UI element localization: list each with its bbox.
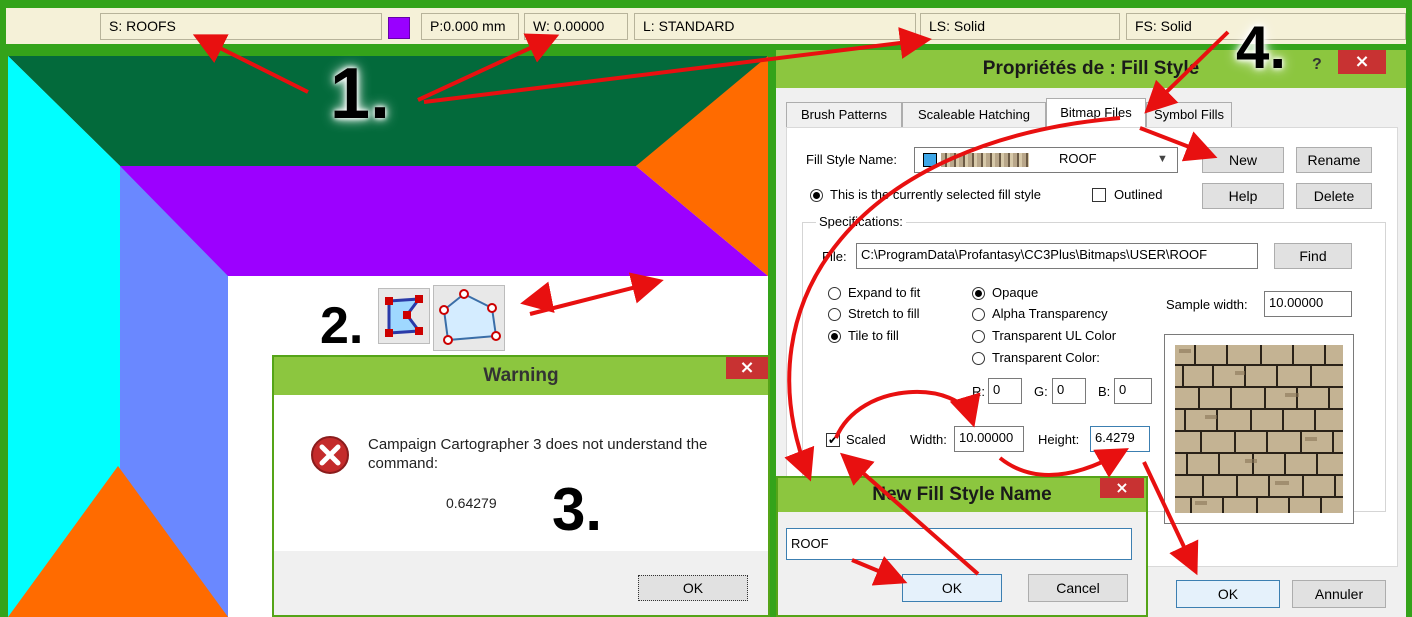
properties-close-button[interactable]: × bbox=[1338, 50, 1386, 74]
tab-brush-patterns[interactable]: Brush Patterns bbox=[786, 102, 902, 128]
rename-button[interactable]: Rename bbox=[1296, 147, 1372, 173]
current-style-label: This is the currently selected fill styl… bbox=[830, 187, 1041, 202]
stretch-to-fill-radio[interactable] bbox=[828, 308, 841, 321]
opaque-label: Opaque bbox=[992, 285, 1039, 300]
tile-to-fill-label: Tile to fill bbox=[848, 328, 899, 343]
r-field[interactable]: 0 bbox=[988, 378, 1022, 404]
roof-texture-preview bbox=[1175, 345, 1343, 513]
opaque-radio[interactable] bbox=[972, 287, 985, 300]
step-4-label: 4. bbox=[1236, 14, 1287, 81]
r-label: R: bbox=[972, 384, 985, 399]
roof-texture-swatch bbox=[941, 153, 1029, 167]
transparent-color-label: Transparent Color: bbox=[992, 350, 1100, 365]
tab-scaleable-hatching[interactable]: Scaleable Hatching bbox=[902, 102, 1046, 128]
warning-close-button[interactable]: × bbox=[726, 357, 768, 379]
transparent-ul-color-radio[interactable] bbox=[972, 330, 985, 343]
delete-button[interactable]: Delete bbox=[1296, 183, 1372, 209]
b-field[interactable]: 0 bbox=[1114, 378, 1152, 404]
warning-dialog: Warning × Campaign Cartographer 3 does n… bbox=[272, 355, 770, 617]
new-fill-style-dialog: New Fill Style Name × ROOF OK Cancel bbox=[776, 476, 1148, 617]
warning-body: Campaign Cartographer 3 does not underst… bbox=[274, 395, 768, 551]
step-1-label: 1. bbox=[330, 54, 391, 134]
outlined-label: Outlined bbox=[1114, 187, 1163, 202]
sample-preview bbox=[1164, 334, 1354, 524]
b-label: B: bbox=[1098, 384, 1111, 399]
scaled-label: Scaled bbox=[846, 432, 886, 447]
tab-bitmap-files[interactable]: Bitmap Files bbox=[1046, 98, 1146, 128]
file-label: File: bbox=[822, 249, 847, 264]
sample-width-label: Sample width: bbox=[1166, 297, 1248, 312]
find-button[interactable]: Find bbox=[1274, 243, 1352, 269]
step-3-label: 3. bbox=[552, 476, 603, 543]
fill-style-name-label: Fill Style Name: bbox=[806, 152, 898, 167]
width-field[interactable]: 10.00000 bbox=[954, 426, 1024, 452]
polygon-icon bbox=[439, 289, 501, 345]
scaled-checkbox[interactable]: ✔ bbox=[826, 433, 840, 447]
help-button[interactable]: Help bbox=[1202, 183, 1284, 209]
new-fill-close-button[interactable]: × bbox=[1100, 478, 1144, 498]
outlined-checkbox[interactable] bbox=[1092, 188, 1106, 202]
g-label: G: bbox=[1034, 384, 1048, 399]
fill-style-name-value: ROOF bbox=[1059, 151, 1097, 166]
expand-to-fit-label: Expand to fit bbox=[848, 285, 921, 300]
status-sheet-field[interactable]: S: ROOFS bbox=[100, 13, 382, 40]
width-label: Width: bbox=[910, 432, 947, 447]
style-type-icon bbox=[923, 153, 937, 167]
polygon-tool-button[interactable] bbox=[433, 285, 505, 351]
new-fill-ok-button[interactable]: OK bbox=[902, 574, 1002, 602]
current-style-radio[interactable] bbox=[810, 189, 823, 202]
g-field[interactable]: 0 bbox=[1052, 378, 1086, 404]
help-icon[interactable]: ? bbox=[1312, 56, 1322, 74]
tile-to-fill-radio[interactable] bbox=[828, 330, 841, 343]
properties-titlebar: Propriétés de : Fill Style ? × bbox=[776, 50, 1406, 88]
stretch-to-fill-label: Stretch to fill bbox=[848, 306, 920, 321]
transparent-ul-color-label: Transparent UL Color bbox=[992, 328, 1117, 343]
height-label: Height: bbox=[1038, 432, 1080, 447]
warning-title: Warning bbox=[274, 357, 768, 395]
file-path-field[interactable]: C:\ProgramData\Profantasy\CC3Plus\Bitmap… bbox=[856, 243, 1258, 269]
warning-message: Campaign Cartographer 3 does not underst… bbox=[368, 436, 708, 472]
alpha-transparency-radio[interactable] bbox=[972, 308, 985, 321]
specifications-label: Specifications: bbox=[816, 214, 906, 229]
edit-nodes-button[interactable] bbox=[378, 288, 430, 344]
alpha-transparency-label: Alpha Transparency bbox=[992, 306, 1108, 321]
warning-value: 0.64279 bbox=[446, 495, 497, 511]
fill-style-name-select[interactable]: ROOF ▼ bbox=[914, 147, 1178, 173]
status-line-style-field[interactable]: LS: Solid bbox=[920, 13, 1120, 40]
status-layer-field[interactable]: L: STANDARD bbox=[634, 13, 916, 40]
edit-nodes-icon bbox=[385, 295, 423, 337]
annuler-button[interactable]: Annuler bbox=[1292, 580, 1386, 608]
expand-to-fit-radio[interactable] bbox=[828, 287, 841, 300]
new-button[interactable]: New bbox=[1202, 147, 1284, 173]
sample-width-field[interactable]: 10.00000 bbox=[1264, 291, 1352, 317]
tab-symbol-fills[interactable]: Symbol Fills bbox=[1146, 102, 1232, 128]
error-icon bbox=[311, 436, 349, 474]
color-swatch[interactable] bbox=[388, 17, 410, 39]
status-pen-field[interactable]: P:0.000 mm bbox=[421, 13, 519, 40]
warning-ok-button[interactable]: OK bbox=[638, 575, 748, 601]
transparent-color-radio[interactable] bbox=[972, 352, 985, 365]
height-field[interactable]: 6.4279 bbox=[1090, 426, 1150, 452]
new-fill-cancel-button[interactable]: Cancel bbox=[1028, 574, 1128, 602]
step-2-label: 2. bbox=[320, 297, 364, 355]
status-width-field[interactable]: W: 0.00000 bbox=[524, 13, 628, 40]
properties-ok-button[interactable]: OK bbox=[1176, 580, 1280, 608]
new-fill-name-field[interactable]: ROOF bbox=[786, 528, 1132, 560]
new-fill-style-title: New Fill Style Name bbox=[778, 478, 1146, 512]
chevron-down-icon: ▼ bbox=[1157, 153, 1168, 165]
